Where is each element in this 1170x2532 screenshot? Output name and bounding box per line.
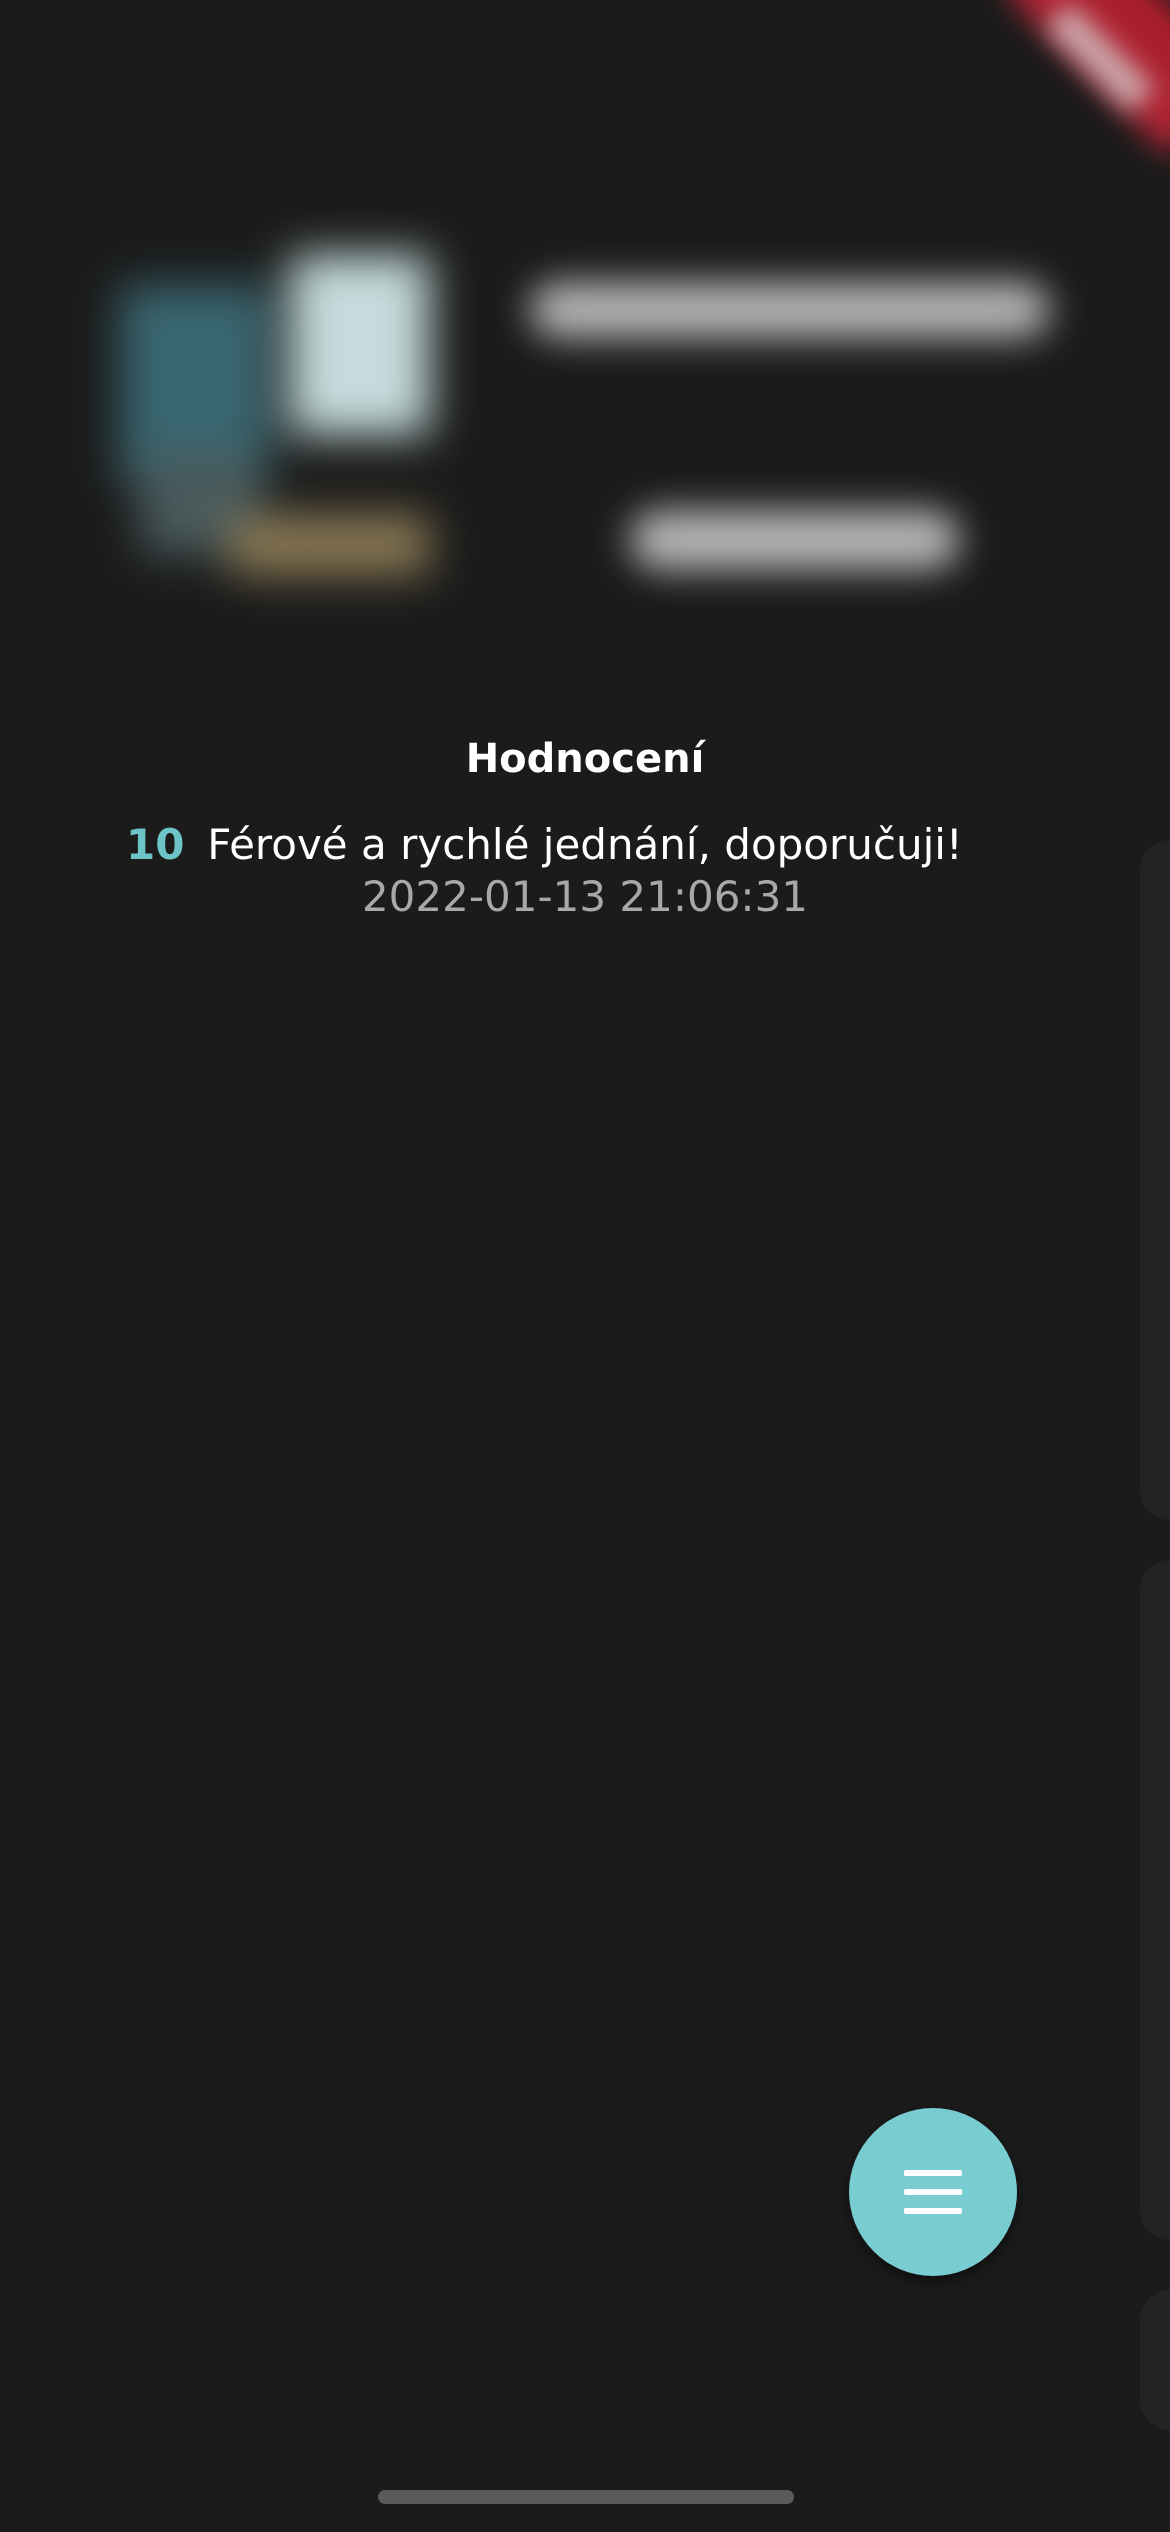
rating-item: 10 Férové a rychlé jednání, doporučuji! … <box>0 820 1170 930</box>
ratings-title: Hodnocení <box>465 736 705 782</box>
side-card-edge <box>1140 840 1170 1520</box>
home-indicator[interactable] <box>378 2490 794 2504</box>
menu-fab-button[interactable] <box>849 2108 1017 2276</box>
item-title-placeholder <box>530 282 1050 338</box>
corner-ribbon <box>1004 0 1170 156</box>
item-thumbnail <box>120 255 440 585</box>
side-card-edge <box>1140 1560 1170 2240</box>
side-card-edge <box>1140 2290 1170 2430</box>
rating-date: 2022-01-13 21:06:31 <box>361 872 809 921</box>
menu-icon <box>904 2170 962 2214</box>
corner-ribbon-label <box>1044 2 1156 114</box>
rating-comment: Férové a rychlé jednání, doporučuji! <box>207 820 963 869</box>
item-subtitle-placeholder <box>630 510 960 570</box>
